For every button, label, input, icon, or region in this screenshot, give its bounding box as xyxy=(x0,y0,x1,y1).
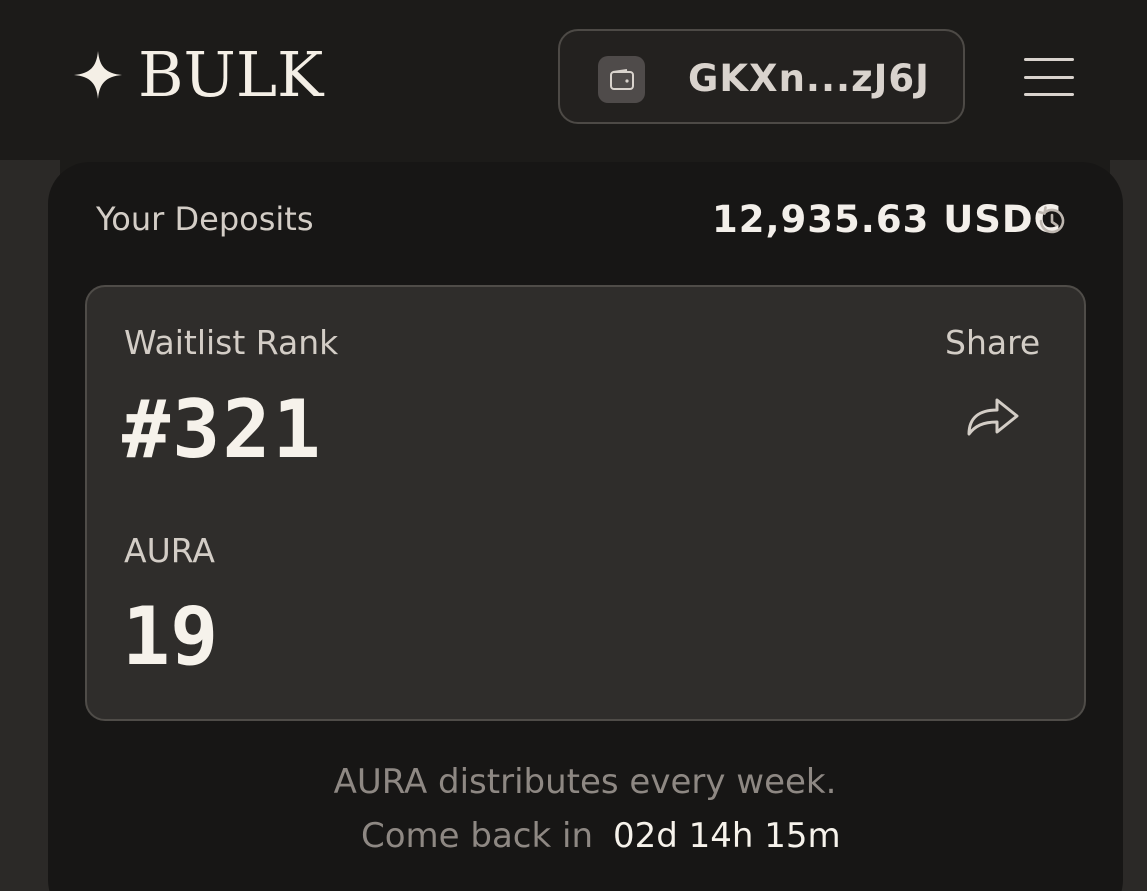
hamburger-menu-icon[interactable] xyxy=(1024,58,1074,96)
waitlist-rank-label: Waitlist Rank xyxy=(124,323,339,362)
wallet-address: GKXn...zJ6J xyxy=(688,57,930,100)
aura-label: AURA xyxy=(124,531,215,570)
aura-value: 19 xyxy=(122,590,219,683)
deposits-value: 12,935.63 USDC xyxy=(712,198,1062,241)
countdown-prefix: Come back in xyxy=(361,816,593,856)
countdown-timer: 02d 14h 15m xyxy=(613,816,841,856)
waitlist-rank-value: #321 xyxy=(122,383,323,476)
share-label[interactable]: Share xyxy=(945,323,1040,362)
share-arrow-icon[interactable] xyxy=(963,390,1023,440)
deposits-label: Your Deposits xyxy=(96,200,314,238)
countdown-row: Come back in 02d 14h 15m xyxy=(361,816,841,856)
app-screen: BULK GKXn...zJ6J Your Deposits 12,935.63… xyxy=(0,0,1147,891)
header: BULK GKXn...zJ6J xyxy=(0,0,1147,160)
aura-distribution-note: AURA distributes every week. xyxy=(333,762,837,802)
logo[interactable]: BULK xyxy=(72,40,323,110)
history-icon[interactable] xyxy=(1034,203,1070,239)
logo-text: BULK xyxy=(138,38,324,111)
wallet-icon xyxy=(598,56,645,103)
sparkle-star-icon xyxy=(74,51,122,99)
wallet-button[interactable]: GKXn...zJ6J xyxy=(558,29,965,124)
